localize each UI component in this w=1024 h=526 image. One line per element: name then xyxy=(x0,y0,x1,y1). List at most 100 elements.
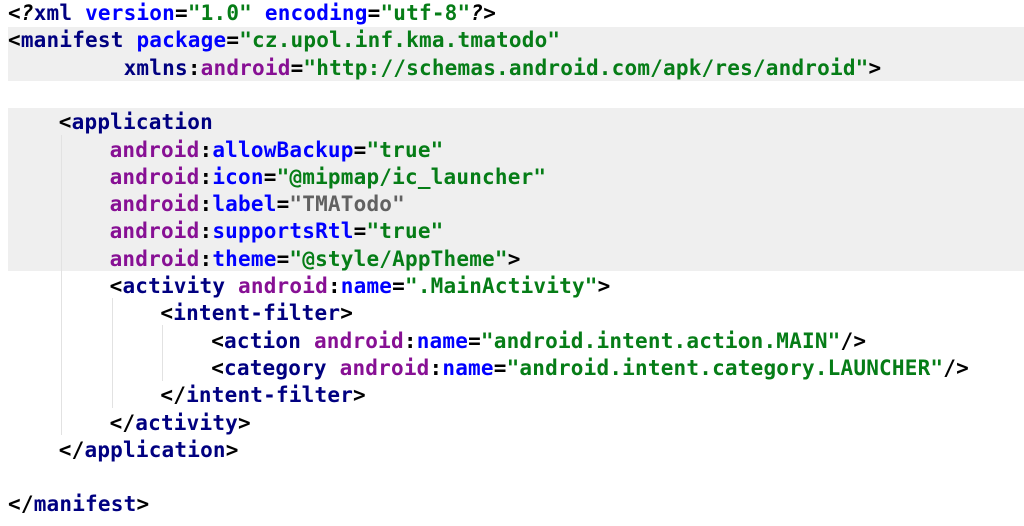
code-token: android xyxy=(200,55,291,80)
code-token: > xyxy=(597,274,611,298)
code-token: theme xyxy=(212,246,277,271)
code-token: = xyxy=(226,28,240,53)
code-token: = xyxy=(367,1,381,25)
code-token: xml xyxy=(33,1,73,25)
code-token: "http://schemas.android.com/apk/res/andr… xyxy=(303,55,869,80)
code-token: "@style/AppTheme" xyxy=(289,246,508,271)
code-token: name xyxy=(442,355,494,380)
code-token: : xyxy=(199,219,213,244)
code-token: name xyxy=(416,328,469,353)
code-token: label xyxy=(212,192,277,217)
indent-guide xyxy=(61,135,62,435)
code-token: xmlns xyxy=(123,55,188,80)
code-token: </ xyxy=(58,437,85,462)
code-token: intent-filter xyxy=(173,301,341,326)
code-token: application xyxy=(71,110,213,135)
code-token: ?> xyxy=(470,1,497,25)
code-token: supportsRtl xyxy=(212,219,354,244)
code-token: "android.intent.category.LAUNCHER" xyxy=(506,355,944,380)
code-token: = xyxy=(353,137,367,162)
code-token: application xyxy=(84,437,226,462)
code-token: > xyxy=(238,410,251,435)
code-token: intent-filter xyxy=(186,383,354,408)
code-line-label: android:label="TMATodo" xyxy=(110,191,405,218)
code-token: </ xyxy=(160,383,187,408)
code-line-manifest-xmlns: xmlns:android="http://schemas.android.co… xyxy=(8,55,882,82)
code-token: > xyxy=(225,437,239,462)
code-token: "1.0" xyxy=(187,1,253,25)
code-line-activity-open: <activity android:name=".MainActivity"> xyxy=(110,273,611,300)
code-token: = xyxy=(493,355,507,380)
code-token: = xyxy=(276,192,290,217)
code-token: "@mipmap/ic_launcher" xyxy=(276,164,547,189)
code-token: </ xyxy=(109,410,136,435)
code-editor[interactable]: <?xml version="1.0" encoding="utf-8"?> <m… xyxy=(0,0,1024,526)
code-token: "android.intent.action.MAIN" xyxy=(480,328,841,353)
code-token: android xyxy=(339,355,430,380)
code-token: : xyxy=(199,137,213,162)
code-token: "utf-8" xyxy=(380,1,471,25)
code-line-manifest-close: </manifest> xyxy=(8,491,149,518)
code-token: > xyxy=(868,55,882,80)
code-line-category-launcher: <category android:name="android.intent.c… xyxy=(211,355,969,382)
code-token: = xyxy=(276,246,290,271)
code-token: action xyxy=(224,328,302,353)
code-token: android xyxy=(109,137,200,162)
code-token: name xyxy=(340,274,393,298)
code-token: < xyxy=(160,301,174,326)
code-line-intent-filter-close: </intent-filter> xyxy=(160,382,366,409)
code-token: icon xyxy=(212,164,264,189)
code-token: android xyxy=(109,164,200,189)
code-token: "true" xyxy=(366,137,444,162)
code-token: > xyxy=(136,492,150,517)
code-token: manifest xyxy=(20,28,124,53)
code-token: > xyxy=(340,301,354,326)
code-token: encoding xyxy=(264,1,368,25)
indent-guide xyxy=(162,325,163,381)
code-token: : xyxy=(199,246,213,271)
code-token: <? xyxy=(8,1,34,25)
code-token: /> xyxy=(943,355,969,380)
code-line-action-main: <action android:name="android.intent.act… xyxy=(211,328,866,355)
code-line-intent-filter-open: <intent-filter> xyxy=(160,300,353,327)
code-token: android xyxy=(238,274,328,298)
code-line-icon: android:icon="@mipmap/ic_launcher" xyxy=(110,164,547,191)
code-line-application-open: <application xyxy=(59,109,213,136)
code-token: "TMATodo" xyxy=(289,192,405,217)
code-token: android xyxy=(109,192,200,217)
code-token: android xyxy=(313,328,404,353)
code-token: : xyxy=(187,55,201,80)
code-token: category xyxy=(224,355,327,380)
code-token: android xyxy=(109,219,200,244)
code-token: "true" xyxy=(366,219,444,244)
code-token: = xyxy=(263,164,277,189)
code-token: > xyxy=(507,246,521,271)
code-line-manifest-open: <manifest package="cz.upol.inf.kma.tmato… xyxy=(8,27,560,54)
code-token: : xyxy=(327,274,341,298)
code-token: < xyxy=(58,110,72,135)
code-token: = xyxy=(353,219,367,244)
code-token: </ xyxy=(8,492,34,517)
code-token: /> xyxy=(840,328,867,353)
code-token: = xyxy=(174,1,188,25)
code-token: < xyxy=(211,355,225,380)
code-token: < xyxy=(8,28,21,53)
code-token: : xyxy=(199,192,213,217)
code-line-supports-rtl: android:supportsRtl="true" xyxy=(110,218,444,245)
code-token: version xyxy=(85,1,175,25)
code-token: = xyxy=(290,55,304,80)
code-line-allow-backup: android:allowBackup="true" xyxy=(110,137,444,164)
code-token: : xyxy=(429,355,443,380)
code-token: activity xyxy=(122,274,226,298)
code-token: package xyxy=(136,28,227,53)
code-token: = xyxy=(468,328,481,353)
code-token: allowBackup xyxy=(212,137,354,162)
code-token: < xyxy=(211,328,225,353)
code-token: activity xyxy=(135,410,239,435)
